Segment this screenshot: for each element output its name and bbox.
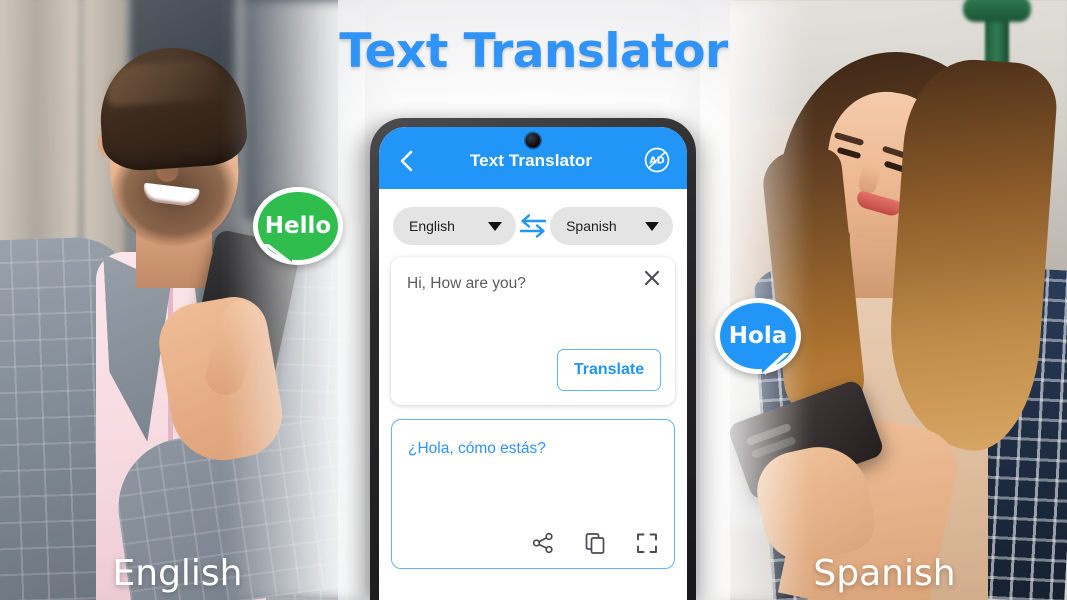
copy-button[interactable]	[582, 530, 608, 556]
close-icon	[644, 270, 660, 286]
page-title: Text Translator	[339, 24, 728, 79]
right-caption: Spanish	[813, 553, 956, 594]
back-button[interactable]	[393, 146, 419, 176]
chevron-left-icon	[400, 150, 413, 172]
left-caption: English	[112, 553, 243, 594]
source-text[interactable]: Hi, How are you?	[407, 275, 659, 293]
speech-bubble-hola: Hola	[712, 288, 804, 384]
translate-button[interactable]: Translate	[557, 349, 661, 391]
bubble-body: Hello	[253, 187, 343, 265]
output-actions	[530, 530, 660, 556]
share-button[interactable]	[530, 530, 556, 556]
source-text-card[interactable]: Hi, How are you? Translate	[391, 257, 675, 405]
translated-text: ¿Hola, cómo estás?	[408, 440, 546, 457]
translation-area: Hi, How are you? Translate ¿Hola, cómo e…	[379, 257, 687, 569]
left-photo	[0, 0, 365, 600]
bubble-tail	[762, 351, 786, 373]
app-bar: Text Translator AD	[379, 127, 687, 189]
no-ads-icon: AD	[644, 147, 670, 173]
chevron-down-icon	[645, 221, 660, 231]
phone-screen: Text Translator AD English	[379, 127, 687, 600]
remove-ads-button[interactable]: AD	[643, 146, 673, 176]
bubble-label: Hola	[728, 323, 788, 349]
fullscreen-button[interactable]	[634, 530, 660, 556]
promo-screenshot: Text Translator Hello Hola Text Translat…	[0, 0, 1067, 600]
chevron-down-icon	[487, 221, 502, 231]
bubble-label: Hello	[264, 213, 332, 239]
target-language-dropdown[interactable]: Spanish	[550, 207, 674, 245]
translate-button-label: Translate	[573, 361, 645, 378]
app-bar-title: Text Translator	[469, 151, 593, 170]
source-language-label: English	[409, 218, 455, 234]
swap-languages-button[interactable]	[516, 210, 550, 242]
share-icon	[532, 532, 553, 554]
camera-punch-hole-icon	[525, 133, 541, 148]
copy-icon	[585, 533, 605, 554]
bubble-body: Hola	[715, 298, 801, 374]
source-language-dropdown[interactable]: English	[393, 207, 516, 245]
fullscreen-icon	[637, 533, 657, 553]
target-language-label: Spanish	[566, 218, 617, 234]
bubble-tail	[266, 242, 292, 262]
translated-text-card[interactable]: ¿Hola, cómo estás?	[391, 419, 675, 569]
speech-bubble-hello: Hello	[250, 178, 346, 274]
language-selector-row: English Spanish	[379, 189, 687, 257]
clear-text-button[interactable]	[641, 267, 663, 289]
swap-arrows-icon	[519, 214, 547, 238]
phone-mockup: Text Translator AD English	[370, 118, 696, 600]
